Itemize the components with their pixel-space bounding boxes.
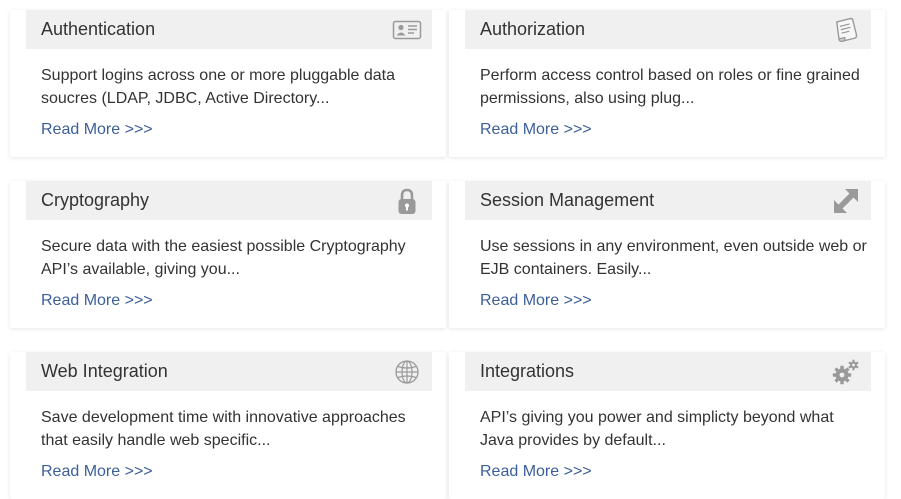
card-title: Web Integration: [41, 361, 168, 381]
read-more-link[interactable]: Read More >>>: [41, 462, 153, 482]
card-header: Authorization: [465, 10, 871, 49]
card-description: Save development time with innovative ap…: [41, 409, 406, 449]
feature-card-authentication: Authentication Support logins across one…: [10, 10, 446, 157]
feature-card-authorization: Authorization Perform access control bas…: [449, 10, 885, 157]
card-title: Integrations: [480, 361, 575, 381]
card-title: Authorization: [480, 19, 586, 39]
card-header: Integrations: [465, 352, 871, 391]
feature-card-web-integration: Web Integration Save development time wi…: [10, 352, 446, 499]
card-description: Secure data with the easiest possible Cr…: [41, 238, 406, 278]
read-more-link[interactable]: Read More >>>: [480, 462, 592, 482]
card-description: Use sessions in any environment, even ou…: [480, 238, 867, 278]
card-header: Cryptography: [26, 181, 432, 220]
card-title: Authentication: [41, 19, 156, 39]
card-title: Cryptography: [41, 190, 150, 210]
card-description: Perform access control based on roles or…: [480, 67, 860, 107]
feature-card-integrations: Integrations API’s giving you power and …: [449, 352, 885, 499]
read-more-link[interactable]: Read More >>>: [480, 120, 592, 140]
scroll-icon: [836, 17, 858, 42]
read-more-link[interactable]: Read More >>>: [41, 291, 153, 311]
feature-card-cryptography: Cryptography Secure data with the easies…: [10, 181, 446, 328]
transfer-arrows-icon: [834, 189, 858, 213]
card-header: Web Integration: [26, 352, 432, 391]
card-header: Session Management: [465, 181, 871, 220]
read-more-link[interactable]: Read More >>>: [480, 291, 592, 311]
id-card-icon: [392, 20, 422, 40]
card-description: Support logins across one or more plugga…: [41, 67, 395, 107]
gears-icon: [832, 359, 859, 385]
globe-icon: [395, 360, 419, 384]
read-more-link[interactable]: Read More >>>: [41, 120, 153, 140]
card-header: Authentication: [26, 10, 432, 49]
card-description: API’s giving you power and simplicty bey…: [480, 409, 834, 449]
card-title: Session Management: [480, 190, 655, 210]
feature-card-session-management: Session Management Use sessions in any e…: [449, 181, 885, 328]
padlock-icon: [398, 188, 416, 214]
